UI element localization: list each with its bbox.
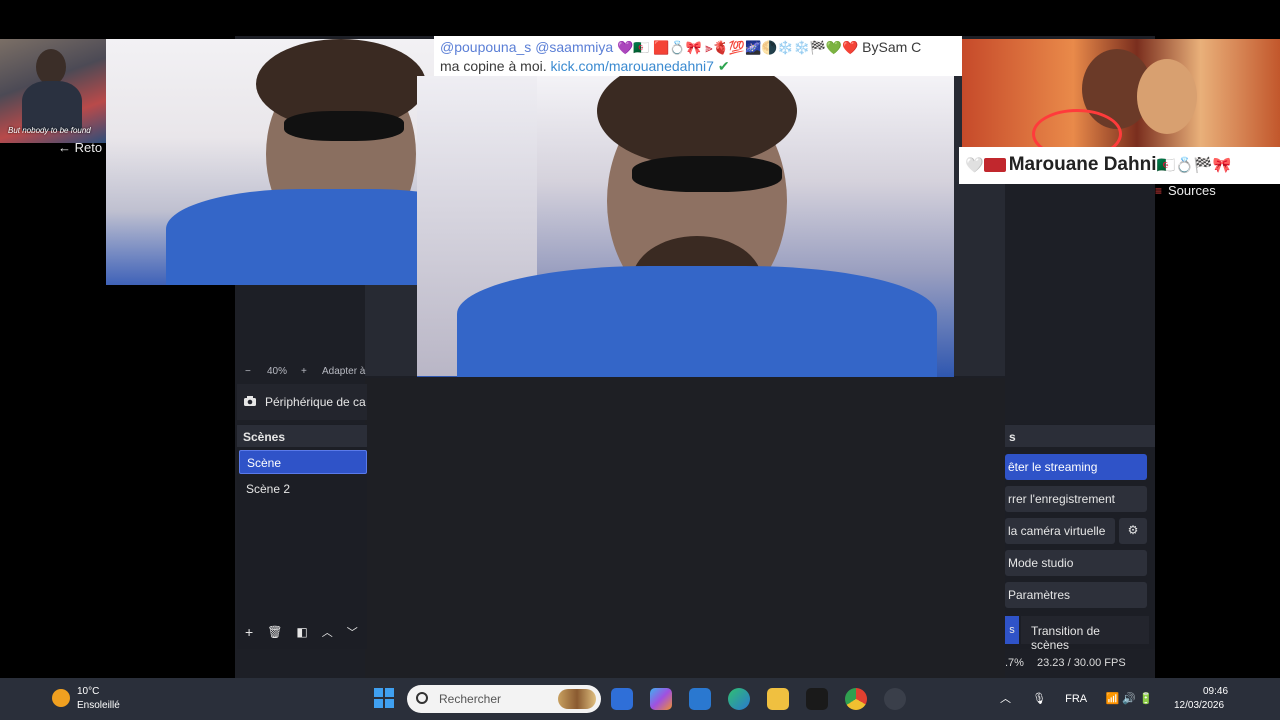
zoom-in-button[interactable]: + [301, 366, 307, 377]
stop-streaming-button[interactable]: êter le streaming [1005, 454, 1147, 480]
name-banner: 🤍 Marouane Dahni🇩🇿💍🏁🎀 [959, 147, 1280, 184]
windows-start-icon[interactable] [374, 688, 394, 708]
source-device-label[interactable]: Périphérique de ca [265, 395, 366, 409]
move-scene-up-button[interactable]: ︿ [322, 624, 333, 640]
camera-icon [243, 395, 257, 410]
move-scene-down-button[interactable]: ﹀ [347, 624, 358, 640]
couple-photo [962, 39, 1280, 147]
zoom-out-button[interactable]: − [245, 366, 251, 377]
banner-suffix: 🇩🇿💍🏁🎀 [1156, 157, 1232, 174]
chat-mention: @poupouna_s [440, 39, 532, 55]
streamer-name: Marouane Dahni [1008, 154, 1157, 175]
weather-temperature[interactable]: 10°C [77, 686, 99, 697]
sun-icon[interactable] [52, 689, 70, 707]
list-icon: ≡ [1155, 184, 1163, 198]
clock-date[interactable]: 12/03/2026 [1174, 700, 1224, 711]
app-icon[interactable] [611, 688, 633, 710]
outlook-icon[interactable] [689, 688, 711, 710]
back-link[interactable]: ← Reto [58, 140, 102, 155]
virtual-camera-button[interactable]: la caméra virtuelle [1005, 518, 1115, 544]
zoom-bar: − 40% + Adapter à [237, 362, 367, 382]
chevron-up-icon[interactable]: ︿ [1000, 693, 1011, 705]
search-highlight-icon[interactable] [558, 689, 596, 709]
zoom-fit-button[interactable]: Adapter à [322, 366, 365, 377]
audio-app-icon[interactable] [806, 688, 828, 710]
start-recording-button[interactable]: rrer l'enregistrement [1005, 486, 1147, 512]
chrome-icon[interactable] [845, 688, 867, 710]
weather-description[interactable]: Ensoleillé [77, 700, 120, 711]
copilot-icon[interactable] [650, 688, 672, 710]
source-toolbar: Périphérique de ca [237, 384, 367, 420]
chat-link[interactable]: kick.com/marouanedahni7 [551, 58, 714, 74]
profile-caption: But nobody to be found [8, 126, 91, 135]
chat-text: ma copine à moi. [440, 58, 547, 74]
wifi-icon[interactable]: 📶 [1106, 693, 1120, 705]
scenes-toolbar: + 🗑 ◧ ︿ ﹀ [237, 620, 367, 644]
add-scene-button[interactable]: + [245, 624, 253, 640]
clock-time[interactable]: 09:46 [1203, 686, 1228, 697]
obs-icon[interactable] [884, 688, 906, 710]
chat-signature: BySam C [862, 39, 922, 55]
banner-prefix: 🤍 [965, 157, 984, 174]
settings-button[interactable]: Paramètres [1005, 582, 1147, 608]
preview-empty-area [365, 378, 1005, 678]
fps-readout: 23.23 / 30.00 FPS [1037, 657, 1126, 669]
edge-icon[interactable] [728, 688, 750, 710]
webcam-feed-main [417, 76, 954, 377]
sources-title: Sources [1168, 183, 1216, 198]
flag-icon [983, 157, 1006, 172]
status-bar: .7% 23.23 / 30.00 FPS [1005, 652, 1155, 676]
scene-filters-button[interactable]: ◧ [296, 625, 307, 639]
scene-item[interactable]: Scène 2 [239, 477, 367, 501]
scenes-dock-title: Scènes [237, 425, 367, 447]
system-tray: ︿ 🎙 FRA 📶 🔊 🔋 [1000, 690, 1153, 706]
chat-banner: @poupouna_s @saammiya 💜🇩🇿 🟥💍🎀 ⫸🫀💯🌌🌗❄️❄️🏁… [434, 36, 962, 76]
profile-photo: But nobody to be found [0, 39, 106, 143]
controls-dock-title: s [1005, 425, 1155, 447]
gear-icon[interactable]: ⚙ [1119, 518, 1147, 544]
cpu-usage: .7% [1005, 657, 1024, 669]
volume-icon[interactable]: 🔊 [1122, 693, 1136, 705]
remove-scene-button[interactable]: 🗑 [267, 625, 282, 639]
sources-dock-title: ≡ Sources [1155, 183, 1216, 198]
folder-icon[interactable] [767, 688, 789, 710]
zoom-level: 40% [267, 366, 288, 377]
chat-emojis: 💜🇩🇿 🟥💍🎀 ⫸🫀💯🌌🌗❄️❄️🏁💚❤️ [617, 40, 859, 55]
scene-item[interactable]: Scène [239, 450, 367, 474]
battery-icon[interactable]: 🔋 [1139, 693, 1153, 705]
language-indicator[interactable]: FRA [1065, 693, 1086, 705]
dock-tab-controls[interactable]: s [1005, 616, 1019, 644]
studio-mode-button[interactable]: Mode studio [1005, 550, 1147, 576]
verified-icon: ✔ [717, 58, 730, 74]
microphone-icon[interactable]: 🎙 [1032, 693, 1046, 705]
chat-mention: @saammiya [535, 39, 614, 55]
dock-tab-scene-transitions[interactable]: Transition de scènes [1021, 616, 1149, 652]
search-icon [416, 692, 428, 704]
